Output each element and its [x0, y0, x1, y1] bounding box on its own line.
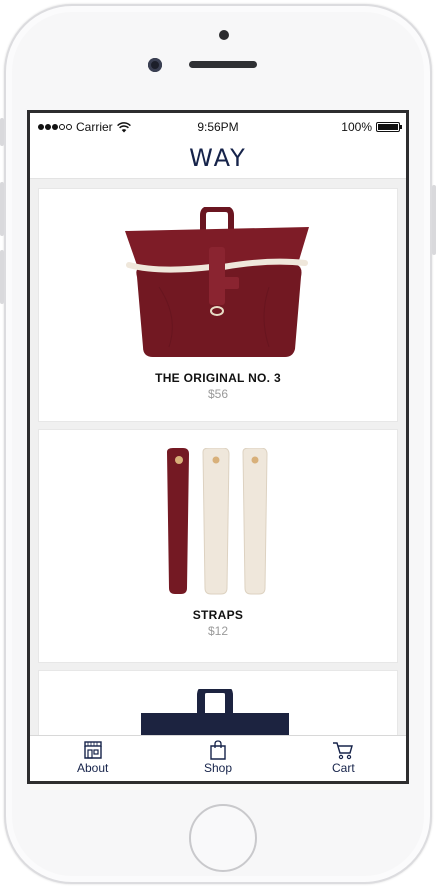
product-name: THE ORIGINAL NO. 3 — [155, 371, 281, 385]
app-screen: Carrier 9:56PM 100% WAY THE ORIGINAL NO.… — [27, 110, 409, 784]
battery-status: 100% — [341, 120, 402, 134]
product-name: STRAPS — [192, 608, 244, 622]
product-feed[interactable]: THE ORIGINAL NO. 3 $56 STRAPS $12 — [30, 179, 406, 739]
tab-about-label: About — [76, 761, 109, 775]
battery-percent: 100% — [341, 120, 372, 134]
product-price: $56 — [207, 387, 229, 401]
tab-bar: About Shop Cart — [30, 735, 406, 781]
cart-icon — [333, 742, 354, 760]
straps-image — [167, 448, 268, 595]
tote-bag-image — [141, 689, 289, 739]
home-button[interactable] — [189, 804, 257, 872]
tab-about[interactable]: About — [30, 736, 155, 781]
earpiece-speaker — [189, 61, 257, 68]
mute-switch — [0, 118, 4, 146]
tab-cart-label: Cart — [331, 761, 355, 775]
product-card[interactable] — [39, 671, 397, 739]
power-button — [432, 185, 436, 255]
app-header: WAY — [30, 141, 406, 179]
proximity-sensor — [219, 30, 229, 40]
product-card[interactable]: THE ORIGINAL NO. 3 $56 — [39, 189, 397, 421]
tab-cart[interactable]: Cart — [281, 736, 406, 781]
storefront-icon — [83, 741, 102, 759]
tab-shop[interactable]: Shop — [155, 736, 280, 781]
volume-up-button — [0, 182, 4, 236]
product-price: $12 — [207, 624, 229, 638]
tab-shop-label: Shop — [203, 761, 232, 775]
battery-icon — [376, 122, 402, 132]
app-title: WAY — [189, 144, 247, 172]
backpack-image — [125, 207, 309, 357]
status-bar: Carrier 9:56PM 100% — [30, 113, 406, 141]
volume-down-button — [0, 250, 4, 304]
front-camera — [148, 58, 162, 72]
product-card[interactable]: STRAPS $12 — [39, 430, 397, 662]
shopping-bag-icon — [210, 740, 226, 760]
